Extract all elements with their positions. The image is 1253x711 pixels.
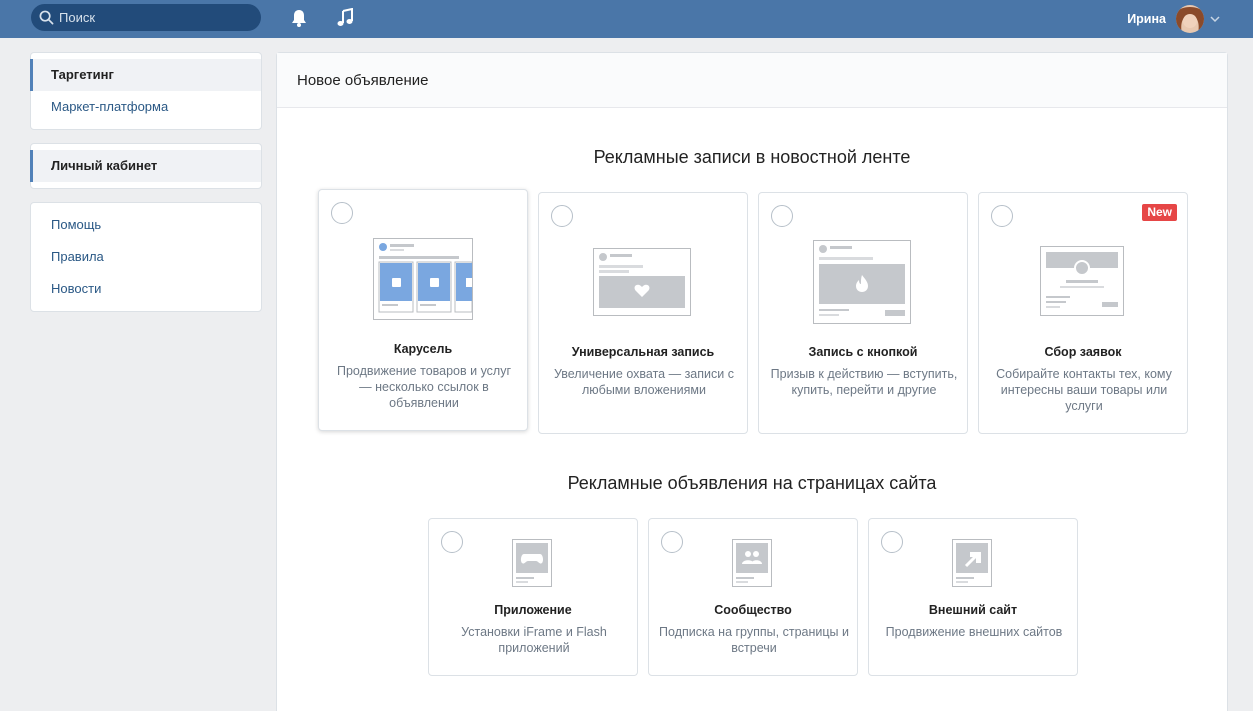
ad-card-app[interactable]: Приложение Установки iFrame и Flash прил…: [428, 518, 638, 676]
universal-post-illustration: [539, 248, 747, 318]
sidebar-item-help[interactable]: Помощь: [31, 209, 261, 241]
radio-button[interactable]: [551, 205, 573, 227]
new-badge: New: [1142, 204, 1177, 221]
card-description: Собирайте контакты тех, кому интересны в…: [996, 367, 1172, 413]
card-title: Универсальная запись: [571, 345, 715, 359]
ad-card-community[interactable]: Сообщество Подписка на группы, страницы …: [648, 518, 858, 676]
card-title: Карусель: [393, 342, 453, 356]
user-name: Ирина: [1127, 12, 1166, 26]
app-illustration: [429, 539, 637, 589]
top-bar: Поиск Ирина: [0, 0, 1253, 38]
ad-card-post-with-button[interactable]: Запись с кнопкой Призыв к действию — вст…: [758, 192, 968, 434]
card-description: Подписка на группы, страницы и встречи: [659, 625, 849, 655]
card-description: Установки iFrame и Flash приложений: [461, 625, 607, 655]
card-description: Продвижение внешних сайтов: [885, 625, 1063, 639]
sidebar-block-cabinet: Личный кабинет: [30, 143, 262, 189]
card-description: Увеличение охвата — записи с любыми влож…: [554, 367, 734, 397]
card-title: Приложение: [494, 603, 572, 617]
sidebar-item-rules[interactable]: Правила: [31, 241, 261, 273]
sidebar-block-info: Помощь Правила Новости: [30, 202, 262, 312]
card-title: Внешний сайт: [928, 603, 1018, 617]
sidebar-item-news[interactable]: Новости: [31, 273, 261, 305]
card-title: Сообщество: [714, 603, 792, 617]
community-illustration: [649, 539, 857, 589]
post-with-button-illustration: [759, 240, 967, 326]
page-title: Новое объявление: [277, 53, 1227, 108]
music-icon[interactable]: [336, 8, 354, 28]
avatar: [1176, 5, 1204, 33]
ad-card-carousel[interactable]: Карусель Продвижение товаров и услуг — н…: [318, 189, 528, 431]
lead-form-illustration: [979, 246, 1187, 318]
section-title-site: Рекламные объявления на страницах сайта: [567, 473, 937, 493]
bell-icon[interactable]: [290, 8, 308, 28]
card-title: Запись с кнопкой: [808, 345, 918, 359]
section-title-feed: Рекламные записи в новостной ленте: [593, 147, 911, 167]
sidebar-item-market-platform[interactable]: Маркет-платформа: [31, 91, 261, 123]
carousel-illustration: [319, 238, 527, 320]
search-input[interactable]: Поиск: [31, 4, 261, 31]
sidebar-block-ads: Таргетинг Маркет-платформа: [30, 52, 262, 130]
main-panel: Новое объявление Рекламные записи в ново…: [276, 52, 1228, 711]
card-description: Призыв к действию — вступить, купить, пе…: [770, 367, 958, 397]
ad-card-universal-post[interactable]: Универсальная запись Увеличение охвата —…: [538, 192, 748, 434]
search-icon: [39, 10, 54, 25]
radio-button[interactable]: [771, 205, 793, 227]
external-site-illustration: [869, 539, 1077, 589]
chevron-down-icon: [1210, 16, 1220, 23]
radio-button[interactable]: [991, 205, 1013, 227]
search-placeholder: Поиск: [59, 10, 96, 25]
card-description: Продвижение товаров и услуг — несколько …: [336, 364, 512, 410]
ad-card-external-site[interactable]: Внешний сайт Продвижение внешних сайтов: [868, 518, 1078, 676]
sidebar-item-personal-cabinet[interactable]: Личный кабинет: [30, 150, 261, 182]
radio-button[interactable]: [331, 202, 353, 224]
card-title: Сбор заявок: [1044, 345, 1122, 359]
sidebar-item-targeting[interactable]: Таргетинг: [30, 59, 261, 91]
ad-card-lead-form[interactable]: New Сбор заявок Собирайте контакты тех, …: [978, 192, 1188, 434]
user-menu[interactable]: Ирина: [1127, 3, 1220, 35]
